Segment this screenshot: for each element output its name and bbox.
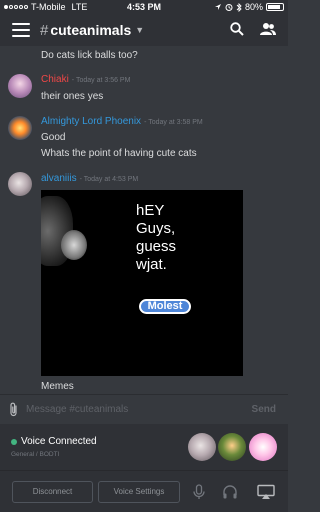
voice-settings-button[interactable]: Voice Settings [98,481,180,503]
location-icon [214,4,221,10]
members-icon[interactable] [260,22,276,36]
headphones-icon[interactable] [222,484,238,500]
channel-name: cuteanimals [50,22,132,38]
image-caption-text: hEY Guys, guess wjat. [136,202,177,273]
channel-header: # cuteanimals ▼ [0,14,288,46]
disconnect-button[interactable]: Disconnect [12,481,93,503]
search-icon[interactable] [230,22,244,36]
send-button[interactable]: Send [252,404,276,415]
voice-status-dot [11,439,17,445]
message-text: Good [41,132,66,143]
timestamp: - Today at 4:53 PM [79,176,139,183]
message-text: their ones yes [41,91,104,102]
message-text: Do cats lick balls too? [41,50,138,61]
alarm-icon [225,4,233,11]
username[interactable]: alvaniiis [41,173,77,184]
message-header: Chiaki - Today at 3:56 PM [41,74,130,85]
avatar[interactable] [8,116,32,140]
battery-icon [266,3,284,11]
message-text: Memes [41,381,74,392]
bluetooth-icon [236,2,242,12]
status-bar: T-Mobile LTE 4:53 PM 80% [0,0,288,14]
hamburger-icon[interactable] [12,23,30,37]
voice-panel[interactable]: Voice Connected General / BODTI [0,424,288,470]
voice-title: Voice Connected [21,436,97,447]
username[interactable]: Almighty Lord Phoenix [41,116,141,127]
timestamp: - Today at 3:56 PM [71,77,131,84]
microphone-icon[interactable] [193,484,205,500]
header-actions [230,22,276,36]
voice-avatar[interactable] [249,433,277,461]
attach-icon[interactable] [8,402,20,417]
message-header: Almighty Lord Phoenix - Today at 3:58 PM [41,116,203,127]
image-attachment[interactable]: hEY Guys, guess wjat. Molest [41,190,243,376]
voice-channel: General / BODTI [11,451,60,458]
battery-percent: 80% [244,2,263,12]
username[interactable]: Chiaki [41,74,69,85]
cat-paw [61,230,87,260]
chevron-down-icon: ▼ [135,25,145,35]
voice-avatar[interactable] [188,433,216,461]
message-input[interactable]: Message #cuteanimals [26,404,128,415]
voice-controls: Disconnect Voice Settings [0,470,288,512]
message-text: Whats the point of having cute cats [41,148,197,159]
avatar[interactable] [8,74,32,98]
image-button: Molest [139,299,191,314]
timestamp: - Today at 3:58 PM [144,119,203,126]
hash-icon: # [40,21,49,39]
voice-avatar[interactable] [218,433,246,461]
screen-share-icon[interactable] [257,484,275,500]
message-composer: Message #cuteanimals Send [0,394,288,424]
channel-title[interactable]: # cuteanimals ▼ [40,22,144,39]
message-header: alvaniiis - Today at 4:53 PM [41,173,138,184]
message-list[interactable]: Do cats lick balls too? Chiaki - Today at… [0,46,288,394]
avatar[interactable] [8,172,32,196]
status-right: 80% [214,2,284,12]
